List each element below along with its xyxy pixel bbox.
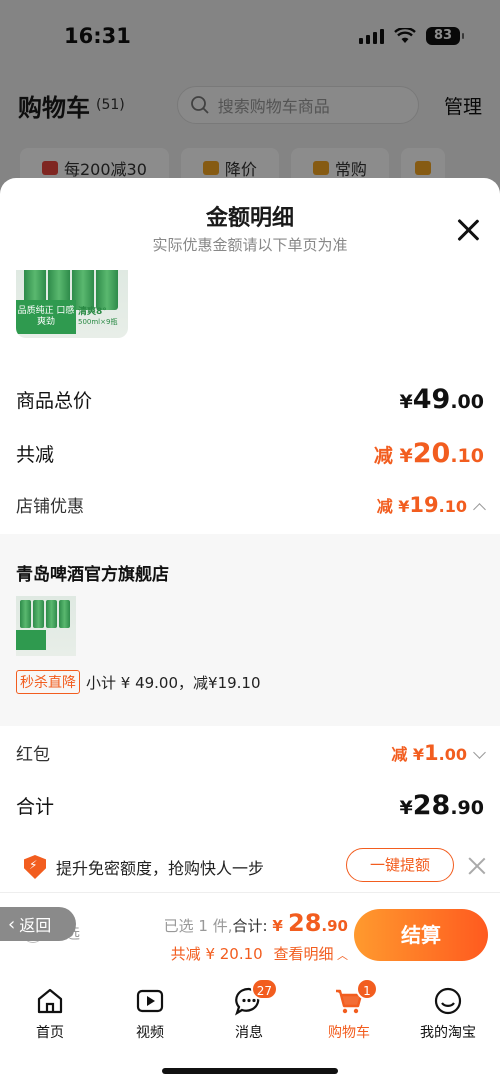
checkout-bar: 全选 ‹ 返回 已选 1 件,合计: ¥ 28.90 共减 ¥ 20.10 查看… xyxy=(0,892,500,976)
tab-home[interactable]: 首页 xyxy=(10,986,90,1042)
tab-label: 首页 xyxy=(36,1025,64,1041)
total-price-row: 商品总价 ¥49.00 xyxy=(16,384,484,415)
total-discount-value: 减 ¥20.10 xyxy=(373,438,484,469)
store-subtotal-line: 秒杀直降 小计 ¥ 49.00，减¥19.10 xyxy=(16,670,261,694)
close-icon[interactable] xyxy=(456,218,480,242)
shield-icon xyxy=(24,855,46,879)
sheet-title: 金额明细 xyxy=(205,206,294,231)
checkout-total: 已选 1 件,合计: ¥ 28.90 xyxy=(164,909,348,937)
store-discount-value: 减 ¥19.10 xyxy=(377,493,486,517)
tab-cart[interactable]: 1 购物车 xyxy=(309,978,389,1042)
chevron-down-icon xyxy=(473,746,486,759)
pay-button[interactable]: 结算 xyxy=(354,909,488,961)
cart-badge: 1 xyxy=(356,978,378,1000)
promo-text: 提升免密额度，抢购快人一步 xyxy=(56,859,265,878)
sum-value: ¥28.90 xyxy=(399,790,484,821)
store-name: 青岛啤酒官方旗舰店 xyxy=(16,565,169,585)
message-icon: 27 xyxy=(234,978,278,1016)
chevron-up-icon: ︿ xyxy=(333,949,348,962)
seckill-badge: 秒杀直降 xyxy=(16,670,80,694)
tab-label: 购物车 xyxy=(328,1025,370,1041)
home-icon xyxy=(35,986,65,1016)
cart-icon: 1 xyxy=(334,978,378,1016)
total-label: 合计: xyxy=(232,917,268,935)
amount-detail-sheet: 金额明细 实际优惠金额请以下单页为准 品质纯正 口感爽劲 清爽8° 500ml×9… xyxy=(0,178,500,892)
total-price-label: 商品总价 xyxy=(16,390,93,412)
message-badge: 27 xyxy=(250,978,278,1000)
tab-video[interactable]: 视频 xyxy=(110,986,190,1042)
store-subtotal: 小计 ¥ 49.00，减¥19.10 xyxy=(86,673,261,692)
sum-label: 合计 xyxy=(16,796,55,818)
sheet-subtitle: 实际优惠金额请以下单页为准 xyxy=(152,236,348,254)
view-detail-link[interactable]: 查看明细 ︿ xyxy=(273,945,348,963)
red-packet-label: 红包 xyxy=(16,745,50,765)
back-label: 返回 xyxy=(19,916,52,935)
video-icon xyxy=(135,986,165,1016)
product-thumbnail xyxy=(16,596,76,656)
chevron-left-icon: ‹ xyxy=(8,913,16,935)
store-discount-row[interactable]: 店铺优惠 减 ¥19.10 xyxy=(16,492,486,517)
discount-text: 共减 ¥ 20.10 xyxy=(170,945,263,963)
tab-label: 消息 xyxy=(235,1025,263,1041)
tab-messages[interactable]: 27 消息 xyxy=(209,978,289,1042)
total-discount-row: 共减 减 ¥20.10 xyxy=(16,438,484,469)
tab-profile[interactable]: 我的淘宝 xyxy=(408,986,488,1042)
product-image-band: 品质纯正 口感爽劲 xyxy=(16,300,76,334)
tab-label: 视频 xyxy=(136,1025,164,1041)
close-promo-icon[interactable] xyxy=(468,857,486,875)
total-amount: ¥ 28.90 xyxy=(272,909,348,937)
selected-count: 已选 1 件, xyxy=(163,917,233,935)
total-discount-label: 共减 xyxy=(16,444,55,466)
tab-label: 我的淘宝 xyxy=(420,1025,476,1041)
store-discount-label: 店铺优惠 xyxy=(16,497,84,517)
red-packet-row[interactable]: 红包 减 ¥1.00 xyxy=(16,740,486,765)
raise-limit-button[interactable]: 一键提额 xyxy=(346,848,454,882)
product-image: 品质纯正 口感爽劲 清爽8° 500ml×9瓶 xyxy=(16,270,128,338)
chevron-up-icon xyxy=(473,503,486,516)
product-image-tag: 清爽8° 500ml×9瓶 xyxy=(78,307,118,326)
sum-row: 合计 ¥28.90 xyxy=(16,790,484,821)
red-packet-value: 减 ¥1.00 xyxy=(391,741,486,765)
profile-icon xyxy=(433,986,463,1016)
back-button[interactable]: ‹ 返回 xyxy=(0,907,76,941)
store-detail: 青岛啤酒官方旗舰店 秒杀直降 小计 ¥ 49.00，减¥19.10 xyxy=(0,534,500,726)
promo-bar: 提升免密额度，抢购快人一步 一键提额 xyxy=(0,844,500,890)
total-price-value: ¥49.00 xyxy=(399,384,484,415)
checkout-discount: 共减 ¥ 20.10 查看明细 ︿ xyxy=(171,943,348,964)
home-indicator xyxy=(162,1068,338,1074)
